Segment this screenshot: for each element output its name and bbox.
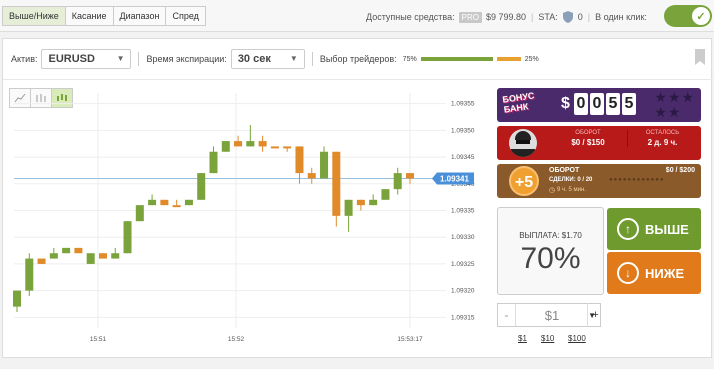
digit: 0 [589,93,604,115]
x-tick-label: 15:52 [228,336,245,343]
amount-value[interactable]: $1 [516,308,588,323]
x-tick-label: 15:51 [90,336,107,343]
candle-body [258,141,267,147]
candle-body [369,199,378,206]
digit: 0 [573,93,588,115]
candle-body [135,205,144,222]
plus5-card[interactable]: +5 ОБОРОТ $0 / $200 СДЕЛКИ: 0 / 20 ●●●●●… [497,164,701,198]
candle-body [381,189,390,200]
candle-body [270,146,279,149]
avatar-hair [515,131,531,140]
time-left: 9 ч. 5 мин. [557,187,586,193]
payout-percent: 70% [520,242,581,275]
clock-icon: ◷ [549,187,556,194]
plus5-badge: +5 [509,166,539,196]
candle-body [49,253,58,259]
digit: 5 [621,93,636,115]
price-badge-label: 1.09341 [440,174,469,183]
amount-input[interactable]: - $1 ▼ [497,303,601,327]
avatar-glasses [516,140,530,144]
y-tick-label: 1.09345 [451,154,475,161]
higher-label: ВЫШЕ [645,221,689,237]
digit: 5 [605,93,620,115]
quick-amount-100[interactable]: $100 [568,334,586,343]
candle-body [148,199,157,206]
bonus-bank-card[interactable]: БОНУС БАНК $ 0 0 5 5 ★★★ ★★ [497,88,701,122]
y-tick-label: 1.09315 [451,314,475,321]
remaining-label: ОСТАЛОСЬ [645,130,680,136]
candle-body [184,199,193,206]
candle-body [283,146,292,149]
arrow-up-icon: ↑ [617,218,639,240]
candle-body [62,247,71,254]
payout-box: ВЫПЛАТА: $1.70 70% [497,207,604,295]
dealer-avatar [509,129,537,157]
x-tick-label: 15:53:17 [397,336,423,343]
quick-amount-1[interactable]: $1 [518,334,527,343]
y-tick-label: 1.09335 [451,208,475,215]
candle-body [86,253,95,264]
candle-body [74,247,83,254]
candle-body [123,221,132,254]
turnover-block: ОБОРОТ $0 / $150 [555,130,621,147]
candle-body [356,199,365,206]
y-tick-label: 1.09325 [451,261,475,268]
candle-body [246,141,255,147]
turnover-card[interactable]: ОБОРОТ $0 / $150 ОСТАЛОСЬ 2 д. 9 ч. [497,126,701,160]
turnover-value: $0 / $150 [571,138,605,147]
candle-body [197,173,206,200]
candle-body [406,173,414,179]
candle-body [37,258,46,264]
dollar-sign: $ [561,95,570,112]
candle-body [221,141,230,152]
candle-body [111,253,120,259]
y-tick-label: 1.09350 [451,127,475,134]
candle-body [25,258,34,291]
plus-button[interactable]: + [587,303,603,327]
remaining-value: 2 д. 9 ч. [647,138,678,147]
payout-label: ВЫПЛАТА: $1.70 [519,231,582,240]
candle-body [344,199,353,216]
candle-body [98,253,107,259]
stars-icon: ★★★ ★★ [654,89,695,120]
y-tick-label: 1.09330 [451,234,475,241]
turnover2-value: $0 / $200 [665,167,695,174]
candle-body [332,151,341,216]
bonus-title: БОНУС БАНК [501,90,535,115]
candle-body [295,146,304,174]
deals-label: СДЕЛКИ: 0 / 20 [549,177,593,183]
bonus-amount: $ 0 0 5 5 [561,93,636,115]
candle-body [13,290,21,307]
avatar-suit [511,149,535,157]
candle-body [209,151,218,174]
lower-label: НИЖЕ [645,265,685,281]
remaining-block: ОСТАЛОСЬ 2 д. 9 ч. [627,130,697,147]
arrow-down-icon: ↓ [617,262,639,284]
candle-body [307,173,316,179]
turnover-label: ОБОРОТ [575,130,601,136]
candle-body [172,205,181,208]
lower-button[interactable]: ↓ НИЖЕ [607,252,701,294]
higher-button[interactable]: ↑ ВЫШЕ [607,208,701,250]
minus-button[interactable]: - [498,304,516,326]
candle-body [320,151,329,179]
bonus-panel: БОНУС БАНК $ 0 0 5 5 ★★★ ★★ ОБОРОТ $0 / $… [497,88,701,202]
candle-body [393,173,402,190]
deals-dots: ●●●●●●●●●●●● [609,177,665,183]
turnover2-label: ОБОРОТ [549,167,580,174]
y-tick-label: 1.09355 [451,101,475,108]
candle-body [234,141,243,147]
candle-body [160,199,169,206]
quick-amount-10[interactable]: $10 [541,334,554,343]
y-tick-label: 1.09320 [451,288,475,295]
